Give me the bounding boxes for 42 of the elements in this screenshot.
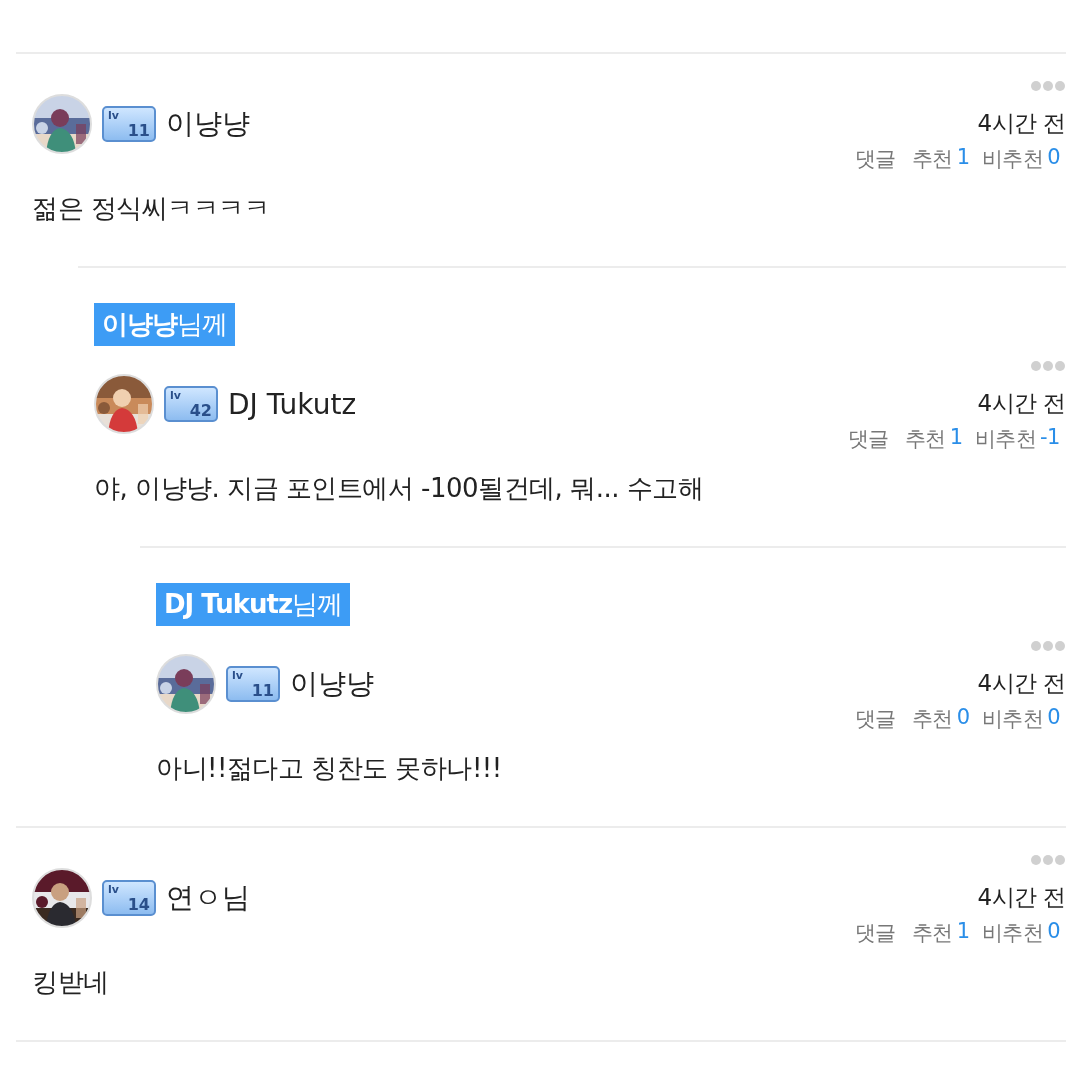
timestamp: 4시간 전 [977,389,1066,418]
reply-link[interactable]: 댓글 [854,705,896,733]
downvote-count: -1 [1040,425,1060,451]
timestamp: 4시간 전 [977,109,1066,138]
level-badge: lv 42 [164,386,218,422]
comment-text: 아니!!젊다고 칭찬도 못하나!!! [156,752,503,785]
more-icon[interactable] [1030,360,1066,372]
upvote-link[interactable]: 추천 [911,705,953,733]
author-name[interactable]: DJ Tukutz [228,387,357,421]
upvote-link[interactable]: 추천 [911,919,953,947]
downvote-count: 0 [1047,145,1060,171]
comment-text: 젊은 정식씨ㅋㅋㅋㅋ [32,192,271,225]
level-badge: lv 11 [226,666,280,702]
downvote-count: 0 [1047,705,1060,731]
comment-text: 야, 이냥냥. 지금 포인트에서 -100될건데, 뭐... 수고해 [94,472,705,505]
timestamp: 4시간 전 [977,669,1066,698]
downvote-count: 0 [1047,919,1060,945]
reply-link[interactable]: 댓글 [847,425,889,453]
level-badge: lv 11 [102,106,156,142]
more-icon[interactable] [1030,640,1066,652]
more-icon[interactable] [1030,854,1066,866]
reply-link[interactable]: 댓글 [854,919,896,947]
level-badge: lv 14 [102,880,156,916]
upvote-count: 0 [956,705,970,731]
reply-mention: 이냥냥님께 [94,303,235,346]
downvote-link[interactable]: 비추천 [974,425,1037,453]
downvote-link[interactable]: 비추천 [981,705,1044,733]
comment-text: 킹받네 [32,966,110,999]
upvote-link[interactable]: 추천 [904,425,946,453]
reply-mention: DJ Tukutz님께 [156,583,351,626]
author-name[interactable]: 연ㅇ님 [166,879,250,917]
upvote-count: 1 [949,425,963,451]
downvote-link[interactable]: 비추천 [981,145,1044,173]
timestamp: 4시간 전 [977,883,1066,912]
upvote-count: 1 [956,145,970,171]
author-name[interactable]: 이냥냥 [166,105,250,143]
more-icon[interactable] [1030,80,1066,92]
author-name[interactable]: 이냥냥 [290,665,374,703]
downvote-link[interactable]: 비추천 [981,919,1044,947]
reply-link[interactable]: 댓글 [854,145,896,173]
upvote-link[interactable]: 추천 [911,145,953,173]
upvote-count: 1 [956,919,970,945]
